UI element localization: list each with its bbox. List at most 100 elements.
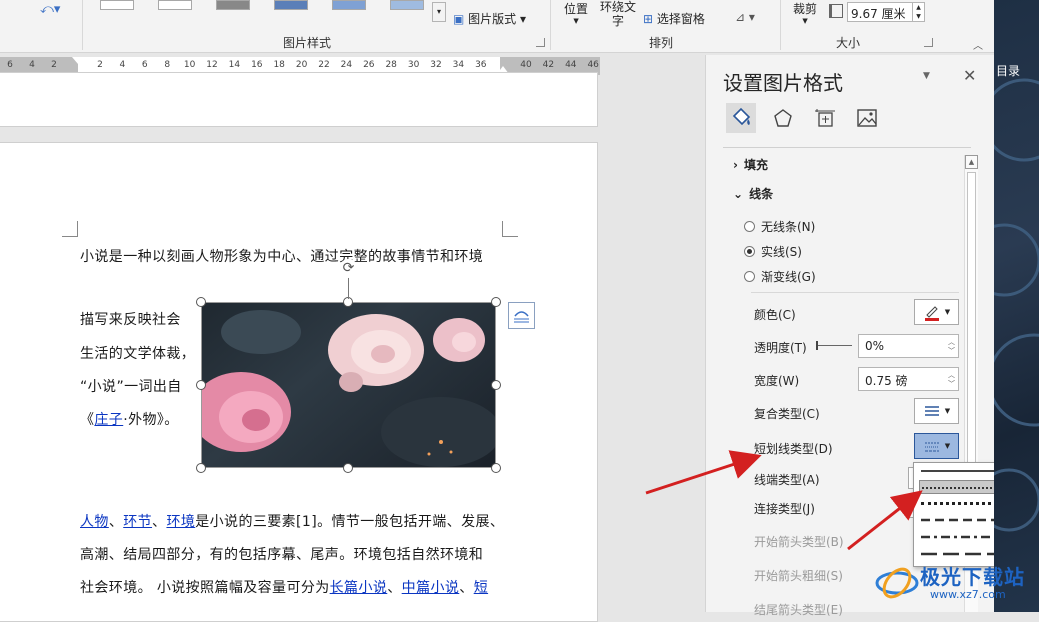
width-icon <box>829 4 843 18</box>
picture-style-3[interactable] <box>216 0 250 10</box>
line-width-input[interactable]: 0.75 磅 ︿ ﹀ <box>858 367 959 391</box>
paragraph-line: 生活的文学体裁， <box>80 346 196 362</box>
end-arrow-type-label: 结尾箭头类型(E) <box>754 603 843 617</box>
line-section-header[interactable]: ⌄ 线条 <box>733 185 773 202</box>
color-label: 颜色(C) <box>754 308 796 322</box>
picture-style-4[interactable] <box>274 0 308 10</box>
margin-corner-mark <box>62 221 78 237</box>
toc-label[interactable]: 目录 <box>996 62 1020 79</box>
width-spinner[interactable]: ▲ ▼ <box>913 2 925 22</box>
ruler-tick-label: 42 <box>542 60 555 70</box>
collapse-ribbon-icon[interactable]: ︿ <box>973 37 983 52</box>
indent-marker[interactable] <box>72 57 84 64</box>
paragraph-line: 描写来反映社会 <box>80 312 181 328</box>
join-type-label: 连接类型(J) <box>754 502 815 516</box>
transparency-slider[interactable] <box>816 341 852 350</box>
link-huanjie[interactable]: 环节 <box>123 514 152 530</box>
ruler-tick-label: 32 <box>430 60 442 70</box>
paragraph-line: 人物、环节、环境是小说的三要素[1]。情节一般包括开端、发展、 <box>80 514 505 530</box>
ruler-tick-label: 36 <box>475 60 487 70</box>
begin-arrow-size-label: 开始箭头粗细(S) <box>754 569 843 583</box>
ruler-tick-label: 46 <box>587 60 599 70</box>
effects-tab[interactable] <box>768 103 798 133</box>
resize-handle-e[interactable] <box>491 380 501 390</box>
rotation-stem <box>348 277 349 299</box>
chevron-down-icon: ▼ <box>802 17 808 25</box>
selection-pane-button[interactable]: ⊞ 选择窗格 <box>643 10 705 27</box>
link-mid-novel[interactable]: 中篇小说 <box>402 580 460 596</box>
pane-options-icon[interactable]: ▼ <box>923 71 930 81</box>
watermark-text: 极光下载站 <box>920 565 1025 589</box>
site-watermark: 极光下载站 www.xz7.com <box>868 555 1039 612</box>
fill-line-tab[interactable] <box>726 103 756 133</box>
chevron-down-icon: ⌄ <box>733 187 744 201</box>
picture-styles-launcher[interactable] <box>536 38 545 47</box>
solid-line-radio[interactable]: 实线(S) <box>744 243 802 260</box>
ruler-tick-label: 16 <box>251 60 263 70</box>
undo-icon[interactable]: ⤺▾ <box>40 2 60 17</box>
ruler-tick-label: 10 <box>183 60 196 70</box>
scroll-up-icon[interactable]: ▲ <box>965 155 978 169</box>
pane-title: 设置图片格式 <box>723 71 843 95</box>
resize-handle-w[interactable] <box>196 380 206 390</box>
dash-type-label: 短划线类型(D) <box>754 442 833 456</box>
picture-style-5[interactable] <box>332 0 366 10</box>
ribbon: ⤺▾ ▾ ▣ 图片版式 ▾ 图片样式 位置 ▼ 环绕文字 ⊞ 选择窗格 ⊿ ▾ … <box>0 0 994 53</box>
link-long-novel[interactable]: 长篇小说 <box>330 580 388 596</box>
layout-options-icon <box>514 311 529 323</box>
picture-style-gallery[interactable] <box>92 0 432 22</box>
chevron-right-icon: › <box>733 158 738 172</box>
layout-properties-tab[interactable] <box>810 103 840 133</box>
link-short-novel[interactable]: 短 <box>474 580 488 596</box>
ruler-tick-label: 26 <box>363 60 375 70</box>
resize-handle-s[interactable] <box>343 463 353 473</box>
resize-handle-sw[interactable] <box>196 463 206 473</box>
ruler-tick-label: 2 <box>97 60 103 70</box>
scroll-thumb[interactable] <box>967 172 976 477</box>
resize-handle-ne[interactable] <box>491 297 501 307</box>
layout-options-button[interactable] <box>508 302 535 329</box>
margin-corner-mark <box>502 221 518 237</box>
ruler-tick-label: 14 <box>228 60 241 70</box>
ruler-tick-label: 2 <box>51 60 57 70</box>
pane-divider <box>751 292 959 293</box>
link-huanjing[interactable]: 环境 <box>166 514 195 530</box>
resize-handle-se[interactable] <box>491 463 501 473</box>
paragraph-line: 《庄子·外物》。 <box>80 412 179 428</box>
ruler-tick-label: 6 <box>7 60 13 70</box>
gallery-more-button[interactable]: ▾ <box>432 2 446 22</box>
cap-type-label: 线端类型(A) <box>754 473 820 487</box>
width-label: 宽度(W) <box>754 374 800 388</box>
watermark-url: www.xz7.com <box>930 588 1006 601</box>
picture-style-6[interactable] <box>390 0 424 10</box>
picture-tab[interactable] <box>852 103 882 133</box>
resize-handle-nw[interactable] <box>196 297 206 307</box>
transparency-label: 透明度(T) <box>754 341 807 355</box>
picture-style-2[interactable] <box>158 0 192 10</box>
picture-style-1[interactable] <box>100 0 134 10</box>
paragraph-line: 小说是一种以刻画人物形象为中心、通过完整的故事情节和环境 <box>80 249 484 265</box>
color-picker-button[interactable]: ▼ <box>914 299 959 325</box>
ruler-tick-label: 24 <box>340 60 353 70</box>
no-line-radio[interactable]: 无线条(N) <box>744 218 815 235</box>
dash-lines-icon <box>924 442 939 452</box>
rotate-handle-icon[interactable]: ⟳ <box>339 259 358 278</box>
paragraph-line: 社会环境。 小说按照篇幅及容量可分为长篇小说、中篇小说、短 <box>80 580 489 596</box>
link-renwu[interactable]: 人物 <box>80 514 109 530</box>
compound-type-button[interactable]: ▼ <box>914 398 959 424</box>
picture-layout-button[interactable]: ▣ 图片版式 ▾ <box>453 10 526 27</box>
position-button[interactable]: 位置 ▼ <box>564 0 588 25</box>
rotate-button[interactable]: ⊿ ▾ <box>735 10 755 24</box>
gradient-line-radio[interactable]: 渐变线(G) <box>744 268 816 285</box>
zhuangzi-link[interactable]: 庄子 <box>94 412 123 428</box>
fill-section-header[interactable]: › 填充 <box>733 156 768 173</box>
crop-button[interactable]: 裁剪 ▼ <box>793 0 817 25</box>
pen-color-icon <box>924 306 939 321</box>
close-icon[interactable]: ✕ <box>963 66 976 85</box>
dash-type-button[interactable]: ▼ <box>914 433 959 459</box>
width-input[interactable]: 9.67 厘米 <box>847 2 913 22</box>
ribbon-separator <box>82 0 83 50</box>
transparency-input[interactable]: 0% ︿ ﹀ <box>858 334 959 358</box>
wrap-text-button[interactable]: 环绕文字 <box>600 0 636 28</box>
size-launcher[interactable] <box>924 38 933 47</box>
